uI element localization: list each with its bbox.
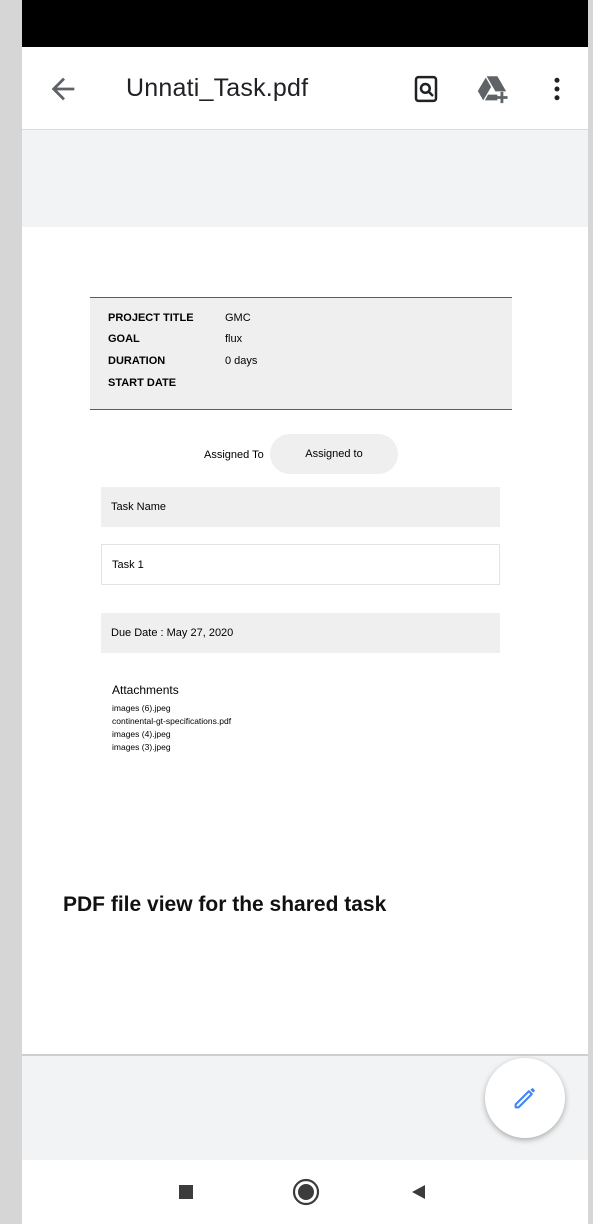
info-value: flux [225, 333, 243, 345]
info-value: 0 days [225, 355, 258, 367]
project-info-box: PROJECT TITLE GMC GOAL flux DURATION 0 d… [90, 297, 512, 410]
info-label: DURATION [108, 355, 166, 367]
info-value: GMC [225, 312, 251, 324]
page-gap [22, 130, 588, 227]
back-button[interactable] [46, 72, 80, 106]
add-to-drive-icon [477, 76, 508, 104]
table-row: Task 1 [101, 544, 500, 585]
find-in-page-button[interactable] [411, 74, 441, 104]
info-label: PROJECT TITLE [108, 312, 194, 324]
recents-square-icon[interactable] [179, 1185, 193, 1199]
app-bar: Unnati_Task.pdf [22, 47, 588, 130]
arrow-left-icon [51, 77, 75, 101]
pencil-icon [514, 1088, 535, 1109]
assigned-to-value: Assigned to [270, 434, 398, 474]
attachments-title: Attachments [112, 683, 179, 697]
system-nav-bar [22, 1160, 588, 1224]
info-label: GOAL [108, 333, 140, 345]
page-caption: PDF file view for the shared task [63, 893, 387, 916]
assigned-to-label: Assigned To [204, 449, 264, 461]
edit-fab-button[interactable] [485, 1058, 565, 1138]
list-item: images (4).jpeg [112, 729, 171, 739]
list-item: continental-gt-specifications.pdf [112, 716, 232, 726]
attachments-section: Attachments images (6).jpeg continental-… [112, 683, 231, 754]
add-to-drive-button[interactable] [474, 72, 510, 106]
status-bar [22, 0, 588, 47]
task-name-header: Task Name [101, 487, 500, 527]
due-date: Due Date : May 27, 2020 [101, 613, 500, 653]
back-triangle-icon[interactable] [410, 1184, 426, 1200]
screen: Unnati_Task.pdf PROJECT TITLE GMC GOAL f… [22, 0, 588, 1224]
more-options-button[interactable] [542, 74, 572, 104]
list-item: images (6).jpeg [112, 703, 171, 713]
pdf-page: PROJECT TITLE GMC GOAL flux DURATION 0 d… [22, 227, 588, 1056]
list-item: images (3).jpeg [112, 742, 171, 752]
home-circle-icon[interactable] [292, 1178, 320, 1206]
find-in-page-icon [414, 75, 438, 103]
info-label: START DATE [108, 377, 177, 389]
more-vert-icon [554, 77, 560, 101]
document-title: Unnati_Task.pdf [126, 74, 309, 102]
